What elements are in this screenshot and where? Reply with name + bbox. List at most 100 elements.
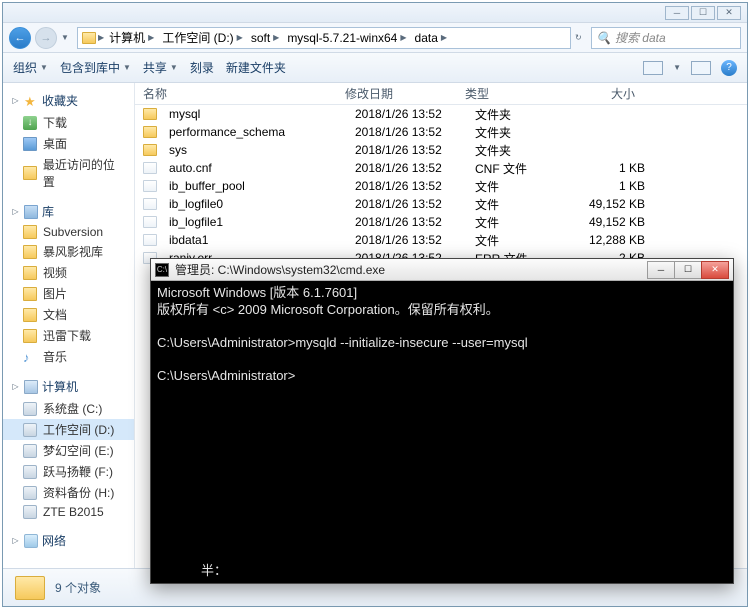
sidebar-item-downloads[interactable]: 下载 (3, 112, 134, 133)
star-icon: ★ (24, 94, 38, 108)
col-size[interactable]: 大小 (555, 85, 645, 102)
cmd-maximize-button[interactable]: ☐ (674, 261, 702, 279)
sidebar-item-f[interactable]: 跃马扬鞭 (F:) (3, 461, 134, 482)
navbar: ← → ▼ ▶ 计算机▶ 工作空间 (D:)▶ soft▶ mysql-5.7.… (3, 23, 747, 53)
search-input[interactable]: 🔍 搜索 data (591, 27, 741, 49)
cmd-titlebar[interactable]: C:\ 管理员: C:\Windows\system32\cmd.exe ─ ☐… (151, 259, 733, 281)
file-row[interactable]: ib_buffer_pool2018/1/26 13:52文件1 KB (135, 177, 747, 195)
view-options-button[interactable] (643, 61, 663, 75)
col-date[interactable]: 修改日期 (345, 85, 465, 102)
file-icon (143, 234, 157, 246)
file-row[interactable]: auto.cnf2018/1/26 13:52CNF 文件1 KB (135, 159, 747, 177)
sidebar-item-h[interactable]: 资料备份 (H:) (3, 482, 134, 503)
folder-icon (23, 225, 37, 239)
file-row[interactable]: ibdata12018/1/26 13:52文件12,288 KB (135, 231, 747, 249)
sidebar-item-recent[interactable]: 最近访问的位置 (3, 154, 134, 192)
file-row[interactable]: ib_logfile12018/1/26 13:52文件49,152 KB (135, 213, 747, 231)
col-name[interactable]: 名称 (135, 85, 345, 102)
sidebar-item-c[interactable]: 系统盘 (C:) (3, 398, 134, 419)
sidebar: ▷★收藏夹 下载 桌面 最近访问的位置 ▷库 Subversion 暴风影视库 … (3, 83, 135, 586)
disk-icon (23, 486, 37, 500)
address-bar[interactable]: ▶ 计算机▶ 工作空间 (D:)▶ soft▶ mysql-5.7.21-win… (77, 27, 571, 49)
search-icon: 🔍 (596, 31, 611, 45)
sidebar-item-videos[interactable]: 视频 (3, 262, 134, 283)
folder-icon (15, 576, 45, 600)
folder-icon (82, 32, 96, 44)
close-button[interactable]: ✕ (717, 6, 741, 20)
folder-icon (23, 245, 37, 259)
sidebar-item-zte[interactable]: ZTE B2015 (3, 503, 134, 521)
cmd-window[interactable]: C:\ 管理员: C:\Windows\system32\cmd.exe ─ ☐… (150, 258, 734, 584)
burn-button[interactable]: 刻录 (190, 59, 214, 76)
breadcrumb-computer[interactable]: 计算机▶ (106, 29, 157, 46)
cmd-ime-status: 半： (201, 560, 227, 579)
file-icon (143, 162, 157, 174)
status-text: 9 个对象 (55, 579, 101, 596)
search-placeholder: 搜索 data (615, 29, 666, 46)
cmd-title: 管理员: C:\Windows\system32\cmd.exe (175, 261, 642, 278)
view-dropdown[interactable]: ▼ (673, 63, 681, 72)
file-row[interactable]: ib_logfile02018/1/26 13:52文件49,152 KB (135, 195, 747, 213)
cmd-output[interactable]: Microsoft Windows [版本 6.1.7601] 版权所有 <c>… (151, 281, 733, 389)
video-icon (23, 266, 37, 280)
desktop-icon (23, 137, 37, 151)
file-icon (143, 180, 157, 192)
refresh-button[interactable]: ↻ (575, 33, 587, 42)
breadcrumb-mysql[interactable]: mysql-5.7.21-winx64▶ (284, 31, 409, 45)
music-icon: ♪ (23, 350, 37, 364)
breadcrumb-data[interactable]: data▶ (412, 31, 451, 45)
computer-icon (24, 380, 38, 394)
new-folder-button[interactable]: 新建文件夹 (226, 59, 286, 76)
folder-icon (23, 329, 37, 343)
libraries-group[interactable]: ▷库 (3, 200, 134, 223)
back-button[interactable]: ← (9, 27, 31, 49)
disk-icon (23, 444, 37, 458)
file-row[interactable]: sys2018/1/26 13:52文件夹 (135, 141, 747, 159)
file-icon (143, 216, 157, 228)
maximize-button[interactable]: ☐ (691, 6, 715, 20)
download-icon (23, 116, 37, 130)
disk-icon (23, 402, 37, 416)
cmd-close-button[interactable]: ✕ (701, 261, 729, 279)
sidebar-item-svn[interactable]: Subversion (3, 223, 134, 241)
network-icon (24, 534, 38, 548)
column-headers: 名称 修改日期 类型 大小 (135, 83, 747, 105)
sidebar-item-xunlei[interactable]: 迅雷下载 (3, 325, 134, 346)
col-type[interactable]: 类型 (465, 85, 555, 102)
sidebar-item-e[interactable]: 梦幻空间 (E:) (3, 440, 134, 461)
sidebar-item-pictures[interactable]: 图片 (3, 283, 134, 304)
computer-group[interactable]: ▷计算机 (3, 375, 134, 398)
breadcrumb-soft[interactable]: soft▶ (248, 31, 283, 45)
minimize-button[interactable]: ─ (665, 6, 689, 20)
breadcrumb-d[interactable]: 工作空间 (D:)▶ (159, 29, 245, 46)
include-library-menu[interactable]: 包含到库中 ▼ (60, 59, 131, 76)
library-icon (24, 205, 38, 219)
cmd-minimize-button[interactable]: ─ (647, 261, 675, 279)
folder-icon (143, 144, 157, 156)
sidebar-item-desktop[interactable]: 桌面 (3, 133, 134, 154)
sidebar-item-documents[interactable]: 文档 (3, 304, 134, 325)
disk-icon (23, 423, 37, 437)
sidebar-item-music[interactable]: ♪音乐 (3, 346, 134, 367)
titlebar: ─ ☐ ✕ (3, 3, 747, 23)
folder-icon (143, 108, 157, 120)
favorites-group[interactable]: ▷★收藏夹 (3, 89, 134, 112)
file-row[interactable]: performance_schema2018/1/26 13:52文件夹 (135, 123, 747, 141)
forward-button[interactable]: → (35, 27, 57, 49)
file-icon (143, 198, 157, 210)
organize-menu[interactable]: 组织 ▼ (13, 59, 48, 76)
chevron-right-icon: ▶ (98, 33, 104, 42)
share-menu[interactable]: 共享 ▼ (143, 59, 178, 76)
toolbar: 组织 ▼ 包含到库中 ▼ 共享 ▼ 刻录 新建文件夹 ▼ ? (3, 53, 747, 83)
network-group[interactable]: ▷网络 (3, 529, 134, 552)
help-button[interactable]: ? (721, 60, 737, 76)
history-dropdown[interactable]: ▼ (61, 33, 73, 42)
folder-icon (143, 126, 157, 138)
preview-pane-button[interactable] (691, 61, 711, 75)
sidebar-item-baofeng[interactable]: 暴风影视库 (3, 241, 134, 262)
file-row[interactable]: mysql2018/1/26 13:52文件夹 (135, 105, 747, 123)
disk-icon (23, 465, 37, 479)
device-icon (23, 505, 37, 519)
sidebar-item-d[interactable]: 工作空间 (D:) (3, 419, 134, 440)
recent-icon (23, 166, 37, 180)
